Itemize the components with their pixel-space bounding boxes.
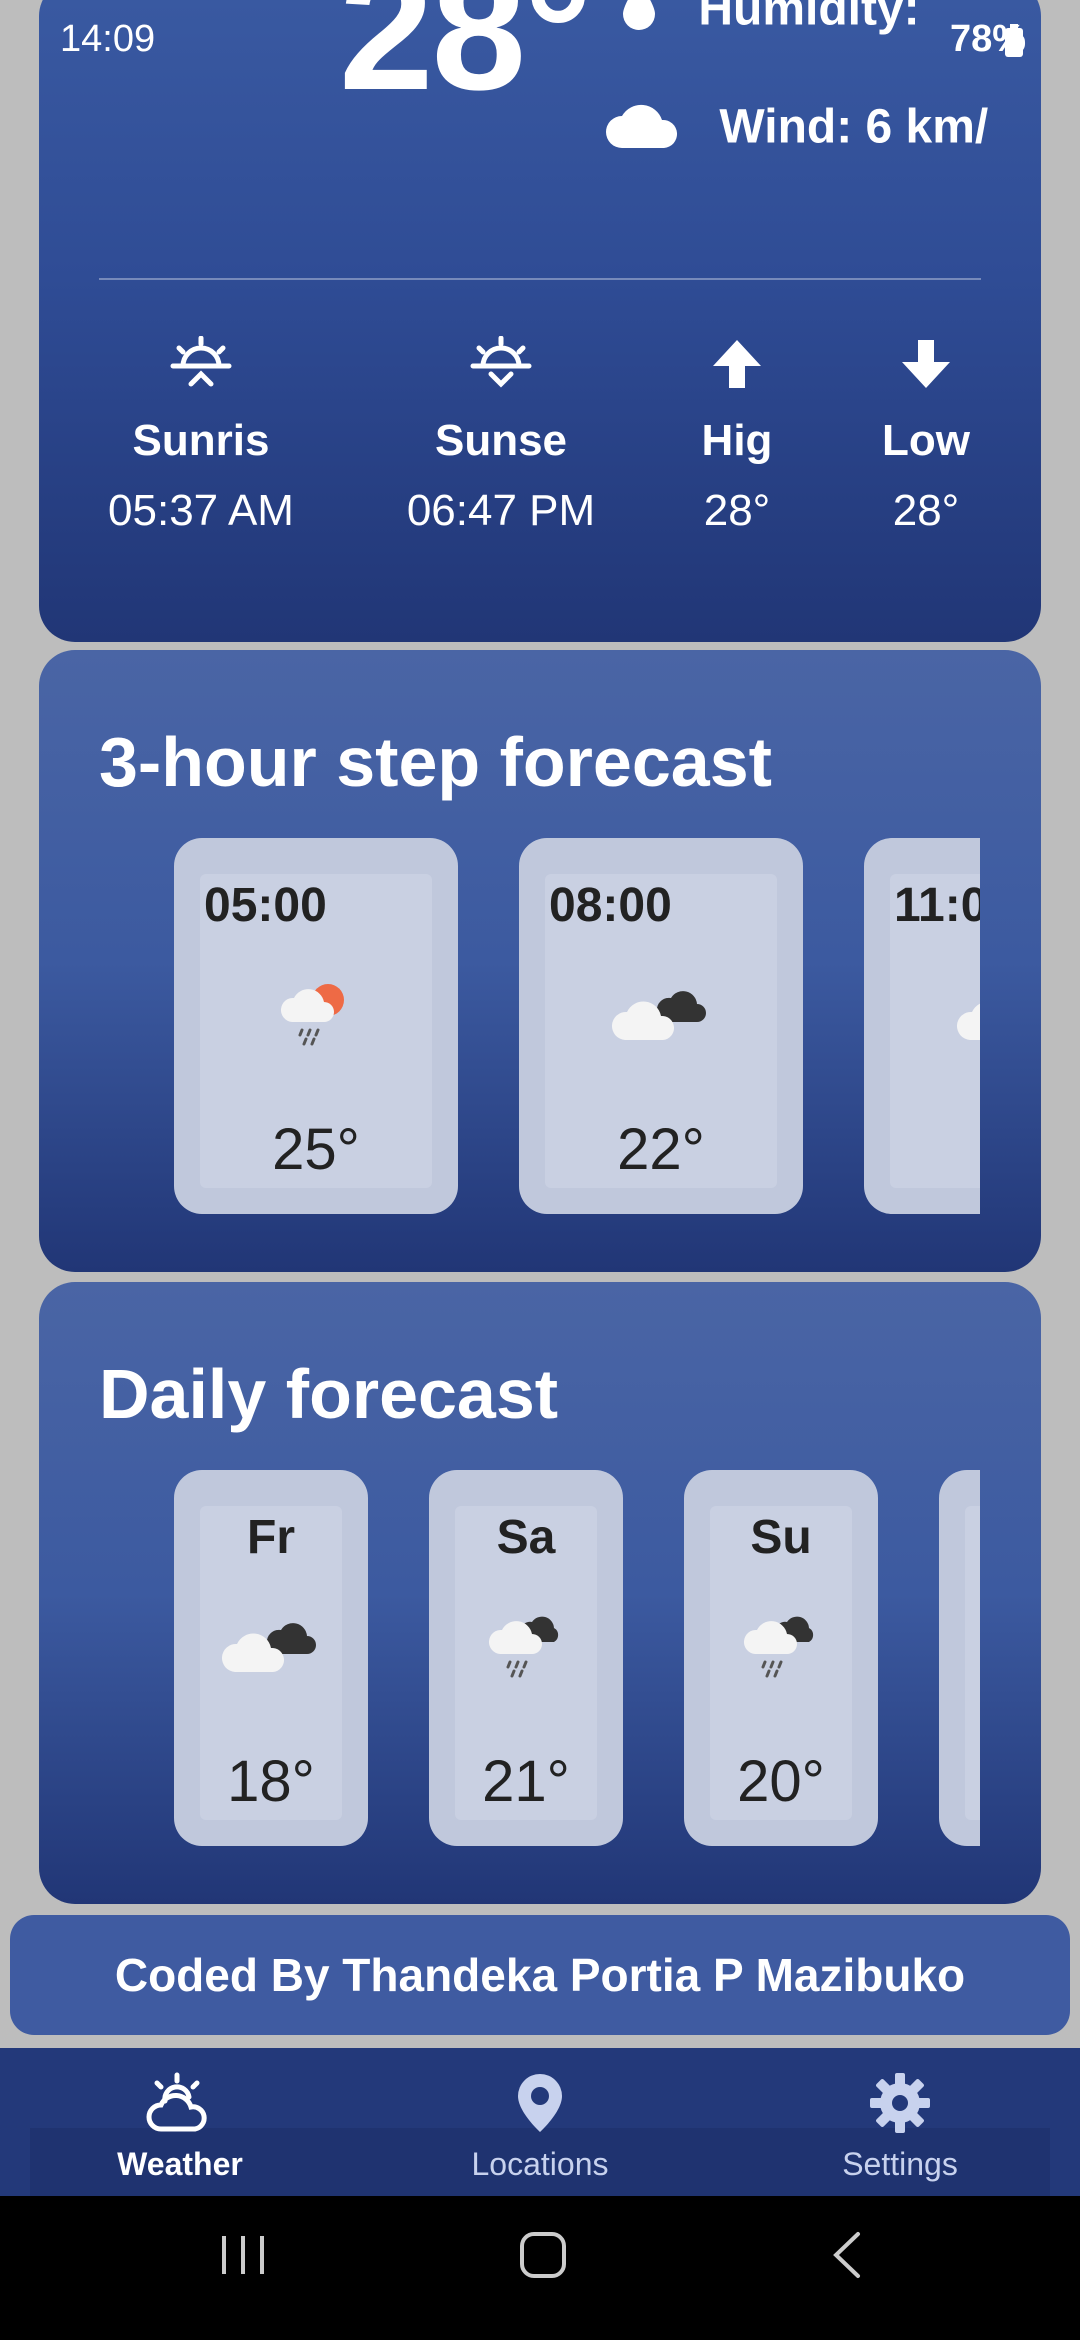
status-time: 14:09 [60,18,156,60]
low-value: 28° [892,486,960,535]
high-stat: Hig 28° [637,332,837,536]
arrow-up-icon [637,332,837,396]
hourly-forecast-item[interactable]: 05:00 25° [174,838,458,1214]
sunrise-stat: Sunris 05:37 AM [91,332,311,536]
sunrise-value: 05:37 AM [108,486,294,535]
low-label: Low [882,416,970,465]
gear-icon [750,2068,1050,2138]
hourly-forecast-scroller[interactable]: 05:00 25° 08:00 22° 11:0 [174,838,980,1218]
sunset-label: Sunse [434,416,568,465]
sunrise-icon [91,332,311,396]
status-bar: 14:09 78% [0,0,1080,80]
nav-locations-label: Locations [471,2146,609,2182]
back-button[interactable] [828,2230,868,2285]
daily-forecast-item[interactable]: Fr 18° [174,1470,368,1846]
high-label: Hig [701,416,773,465]
daily-forecast-card: Daily forecast Fr 18° Sa 21° Su 20° [39,1282,1041,1904]
nav-weather[interactable]: Weather [30,2068,330,2183]
nav-settings[interactable]: Settings [750,2068,1050,2183]
forecast-day: Sa [496,1511,556,1564]
daily-forecast-item[interactable]: Su 20° [684,1470,878,1846]
sunset-icon [391,332,611,396]
cloud-icon [604,98,680,162]
rain-cloud-icon [429,1610,623,1680]
daily-forecast-title: Daily forecast [99,1355,559,1433]
daily-forecast-scroller[interactable]: Fr 18° Sa 21° Su 20° [174,1470,980,1850]
forecast-time: 11:00 [894,879,980,932]
high-value: 28° [703,486,771,535]
home-button[interactable] [518,2230,568,2285]
credit-banner: Coded By Thandeka Portia P Mazibuko [10,1915,1070,2035]
hourly-forecast-item[interactable]: 08:00 22° [519,838,803,1214]
forecast-temperature: 25° [272,1117,360,1182]
wind-label: Wind: 6 km/ [719,100,989,154]
hourly-forecast-title: 3-hour step forecast [99,723,772,801]
weather-icon [30,2068,330,2138]
hourly-forecast-item[interactable]: 11:00 1 [864,838,980,1214]
wind-row: Wind: 6 km/ [604,98,988,162]
forecast-day: Su [750,1511,812,1564]
nav-locations[interactable]: Locations [390,2068,690,2183]
forecast-temperature: 21° [482,1749,570,1814]
forecast-temperature: 22° [617,1117,705,1182]
forecast-time: 05:00 [204,879,327,932]
rain-sun-icon [174,978,458,1048]
sunset-value: 06:47 PM [406,486,596,535]
forecast-day: Fr [247,1511,295,1564]
forecast-temperature: 1 [864,1116,980,1183]
battery-icon [1004,24,1024,68]
nav-settings-label: Settings [842,2146,958,2182]
location-pin-icon [390,2068,690,2138]
arrow-down-icon [826,332,1026,396]
hourly-forecast-card: 3-hour step forecast 05:00 25° 08:00 22°… [39,650,1041,1272]
daily-forecast-item[interactable]: Sa 21° [429,1470,623,1846]
forecast-time: 08:00 [549,879,672,932]
dark-cloud-icon [174,1610,368,1680]
divider [99,278,981,280]
low-stat: Low 28° [826,332,1026,536]
rain-cloud-icon [684,1610,878,1680]
nav-weather-label: Weather [117,2146,243,2182]
recent-apps-button[interactable] [218,2230,268,2285]
sunset-stat: Sunse 06:47 PM [391,332,611,536]
forecast-temperature: 18° [227,1749,315,1814]
forecast-temperature: 20° [737,1749,825,1814]
daily-forecast-item[interactable] [939,1470,980,1846]
cloud-icon [864,978,980,1048]
sunrise-label: Sunris [132,416,270,465]
current-weather-card: 28° Humidity: Wind: 6 km/ Sunris 05:37 A… [39,0,1041,642]
dark-cloud-icon [519,978,803,1048]
